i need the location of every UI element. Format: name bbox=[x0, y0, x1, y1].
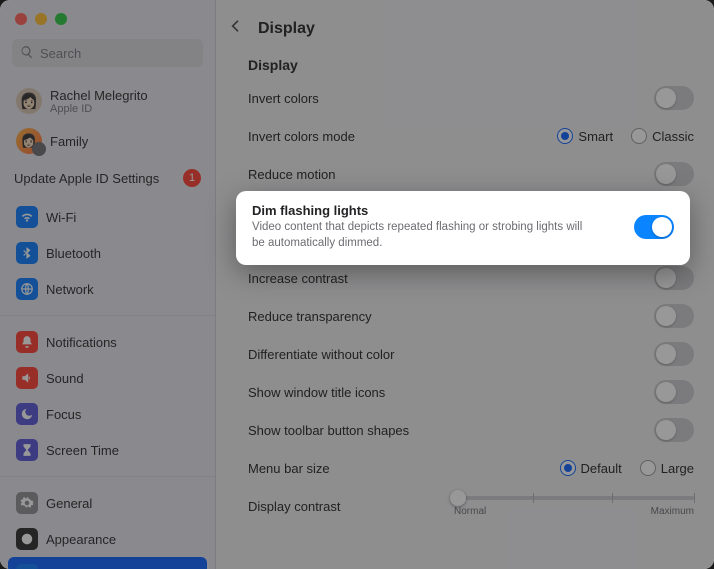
row-label: Display contrast bbox=[248, 499, 340, 514]
sidebar-apple-id[interactable]: 👩🏻 Rachel Melegrito Apple ID bbox=[8, 79, 207, 123]
row-label: Dim flashing lights bbox=[252, 203, 592, 218]
invert-mode-classic-radio[interactable]: Classic bbox=[631, 128, 694, 144]
sidebar-item-general[interactable]: General bbox=[8, 485, 207, 521]
update-badge: 1 bbox=[183, 169, 201, 187]
page-title: Display bbox=[258, 20, 315, 38]
hourglass-icon bbox=[16, 439, 38, 461]
family-label: Family bbox=[50, 134, 88, 149]
reduce-motion-toggle[interactable] bbox=[654, 162, 694, 186]
invert-colors-toggle[interactable] bbox=[654, 86, 694, 110]
row-label: Reduce motion bbox=[248, 167, 335, 182]
sidebar-item-label: General bbox=[46, 496, 92, 511]
sidebar-item-screen-time[interactable]: Screen Time bbox=[8, 432, 207, 468]
sidebar-item-label: Bluetooth bbox=[46, 246, 101, 261]
invert-mode-smart-radio[interactable]: Smart bbox=[557, 128, 613, 144]
moon-icon bbox=[16, 403, 38, 425]
sidebar-item-label: Wi-Fi bbox=[46, 210, 76, 225]
back-button[interactable] bbox=[228, 18, 244, 39]
reduce-transparency-toggle[interactable] bbox=[654, 304, 694, 328]
row-label: Reduce transparency bbox=[248, 309, 372, 324]
zoom-window-button[interactable] bbox=[55, 13, 67, 25]
sidebar-item-wi-fi[interactable]: Wi-Fi bbox=[8, 199, 207, 235]
row-label: Show window title icons bbox=[248, 385, 385, 400]
accessibility-icon bbox=[16, 564, 38, 569]
sidebar: Search 👩🏻 Rachel Melegrito Apple ID 👩🏻 F… bbox=[0, 0, 216, 569]
sidebar-item-label: Network bbox=[46, 282, 94, 297]
search-icon bbox=[20, 45, 40, 62]
bell-icon bbox=[16, 331, 38, 353]
row-label: Increase contrast bbox=[248, 271, 348, 286]
profile-sub: Apple ID bbox=[50, 103, 148, 115]
slider-min-label: Normal bbox=[454, 506, 486, 517]
row-label: Invert colors mode bbox=[248, 129, 355, 144]
slider-max-label: Maximum bbox=[651, 506, 694, 517]
row-invert-mode: Invert colors mode Smart Classic bbox=[216, 117, 714, 155]
settings-window: Search 👩🏻 Rachel Melegrito Apple ID 👩🏻 F… bbox=[0, 0, 714, 569]
menubar-large-radio[interactable]: Large bbox=[640, 460, 694, 476]
sidebar-item-label: Notifications bbox=[46, 335, 117, 350]
close-window-button[interactable] bbox=[15, 13, 27, 25]
sidebar-item-sound[interactable]: Sound bbox=[8, 360, 207, 396]
row-display-contrast: Display contrast Normal Maximum bbox=[216, 487, 714, 525]
dim-flashing-lights-toggle[interactable] bbox=[634, 215, 674, 239]
row-toolbar-shapes: Show toolbar button shapes bbox=[216, 411, 714, 449]
row-dim-flashing-lights: Dim flashing lights Video content that d… bbox=[236, 191, 690, 265]
family-icon: 👩🏻 bbox=[16, 128, 42, 154]
content-panel: Display Display Invert colors Invert col… bbox=[216, 0, 714, 569]
row-reduce-motion: Reduce motion bbox=[216, 155, 714, 193]
group-label-display: Display bbox=[216, 53, 714, 79]
sidebar-item-label: Sound bbox=[46, 371, 84, 386]
sidebar-item-label: Screen Time bbox=[46, 443, 119, 458]
search-placeholder: Search bbox=[40, 46, 81, 61]
row-window-title-icons: Show window title icons bbox=[216, 373, 714, 411]
sidebar-item-appearance[interactable]: Appearance bbox=[8, 521, 207, 557]
sidebar-item-label: Focus bbox=[46, 407, 81, 422]
sidebar-item-accessibility[interactable]: Accessibility bbox=[8, 557, 207, 569]
toolbar-shapes-toggle[interactable] bbox=[654, 418, 694, 442]
row-label: Differentiate without color bbox=[248, 347, 394, 362]
bluetooth-icon bbox=[16, 242, 38, 264]
row-menubar-size: Menu bar size Default Large bbox=[216, 449, 714, 487]
update-label: Update Apple ID Settings bbox=[14, 171, 159, 186]
avatar-icon: 👩🏻 bbox=[16, 88, 42, 114]
row-description: Video content that depicts repeated flas… bbox=[252, 220, 592, 251]
minimize-window-button[interactable] bbox=[35, 13, 47, 25]
window-controls bbox=[0, 0, 215, 25]
globe-icon bbox=[16, 278, 38, 300]
gear-icon bbox=[16, 492, 38, 514]
row-label: Show toolbar button shapes bbox=[248, 423, 409, 438]
display-contrast-slider[interactable]: Normal Maximum bbox=[454, 496, 694, 517]
differentiate-color-toggle[interactable] bbox=[654, 342, 694, 366]
row-differentiate-color: Differentiate without color bbox=[216, 335, 714, 373]
sidebar-item-notifications[interactable]: Notifications bbox=[8, 324, 207, 360]
sidebar-item-bluetooth[interactable]: Bluetooth bbox=[8, 235, 207, 271]
window-title-icons-toggle[interactable] bbox=[654, 380, 694, 404]
sidebar-item-network[interactable]: Network bbox=[8, 271, 207, 307]
row-invert-colors: Invert colors bbox=[216, 79, 714, 117]
sidebar-update-apple-id[interactable]: Update Apple ID Settings 1 bbox=[0, 161, 215, 197]
speaker-icon bbox=[16, 367, 38, 389]
sidebar-item-label: Appearance bbox=[46, 532, 116, 547]
row-label: Menu bar size bbox=[248, 461, 330, 476]
profile-name: Rachel Melegrito bbox=[50, 88, 148, 103]
menubar-default-radio[interactable]: Default bbox=[560, 460, 622, 476]
row-reduce-transparency: Reduce transparency bbox=[216, 297, 714, 335]
wifi-icon bbox=[16, 206, 38, 228]
appearance-icon bbox=[16, 528, 38, 550]
row-label: Invert colors bbox=[248, 91, 319, 106]
increase-contrast-toggle[interactable] bbox=[654, 266, 694, 290]
search-field[interactable]: Search bbox=[12, 39, 203, 67]
sidebar-family[interactable]: 👩🏻 Family bbox=[8, 123, 207, 159]
sidebar-item-focus[interactable]: Focus bbox=[8, 396, 207, 432]
